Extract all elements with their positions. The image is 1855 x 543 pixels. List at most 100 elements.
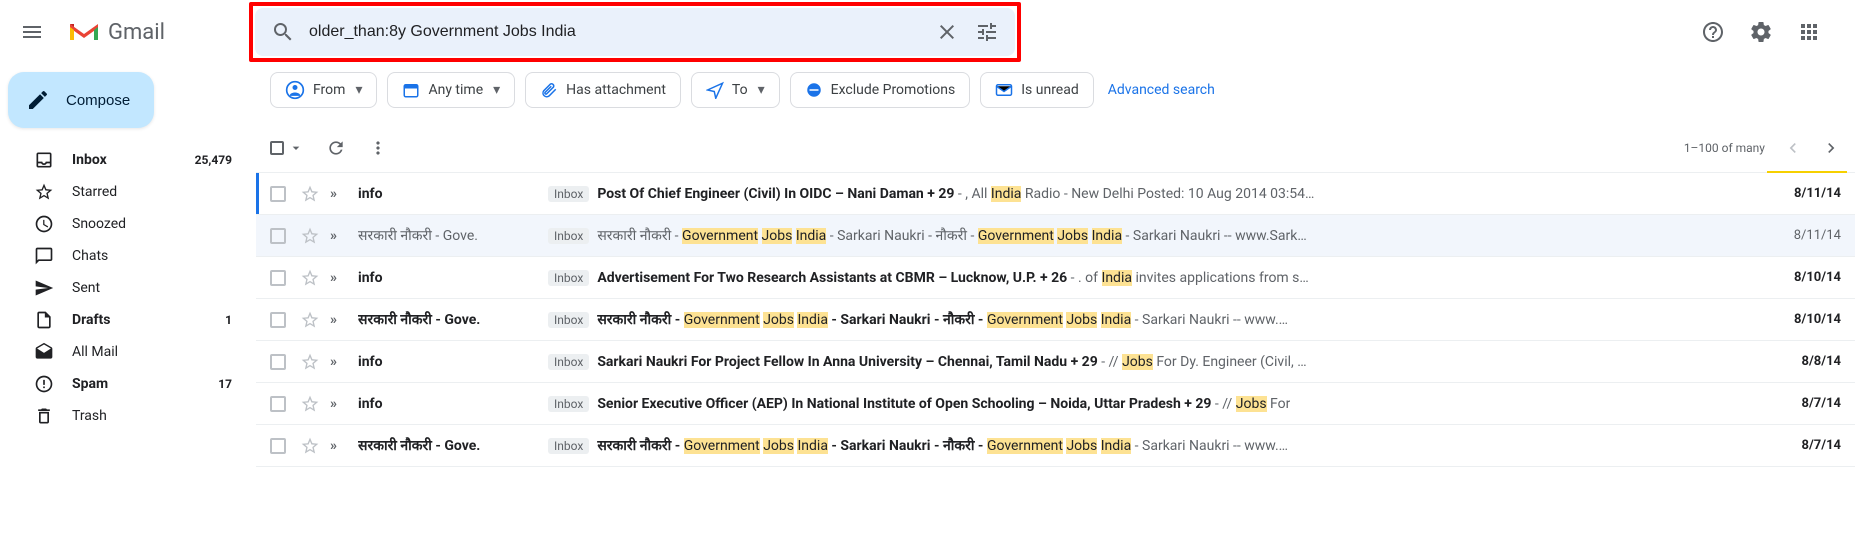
chip-unread[interactable]: Is unread — [980, 72, 1094, 108]
compose-label: Compose — [66, 92, 130, 109]
inbox-label: Inbox — [548, 228, 589, 244]
chip-attachment[interactable]: Has attachment — [525, 72, 681, 108]
apps-button[interactable] — [1789, 12, 1829, 52]
mail-subject: Post Of Chief Engineer (Civil) In OIDC –… — [597, 186, 954, 202]
star-icon — [300, 352, 320, 372]
row-expand[interactable]: » — [330, 312, 346, 328]
mail-row[interactable]: » सरकारी नौकरी - Gove. Inboxसरकारी नौकरी… — [256, 299, 1855, 341]
nav-label: Chats — [72, 248, 232, 264]
main-menu-button[interactable] — [8, 8, 56, 56]
nav-label: Starred — [72, 184, 232, 200]
refresh-button[interactable] — [326, 138, 346, 158]
gmail-logo[interactable]: Gmail — [68, 12, 177, 52]
mail-list: ©Websparrow.org » info InboxPost Of Chie… — [256, 172, 1855, 467]
row-expand[interactable]: » — [330, 354, 346, 370]
sidebar-item-starred[interactable]: Starred — [8, 176, 244, 208]
row-star[interactable] — [300, 310, 320, 330]
advanced-search-link[interactable]: Advanced search — [1108, 82, 1215, 98]
row-expand[interactable]: » — [330, 396, 346, 412]
chip-exclude-promotions[interactable]: Exclude Promotions — [790, 72, 971, 108]
mail-snippet: - , All India Radio - New Delhi Posted: … — [954, 186, 1314, 202]
mail-snippet: - // Jobs For Dy. Engineer (Civil, … — [1098, 354, 1307, 370]
sidebar-item-all-mail[interactable]: All Mail — [8, 336, 244, 368]
sidebar-item-snoozed[interactable]: Snoozed — [8, 208, 244, 240]
row-expand[interactable]: » — [330, 438, 346, 454]
mail-snippet: - // Jobs For — [1211, 396, 1290, 412]
sidebar-item-sent[interactable]: Sent — [8, 272, 244, 304]
row-date: 8/10/14 — [1761, 312, 1841, 327]
settings-button[interactable] — [1741, 12, 1781, 52]
trash-icon — [34, 406, 54, 426]
row-sender: सरकारी नौकरी - Gove. — [358, 226, 548, 245]
chevron-down-icon: ▾ — [355, 82, 362, 98]
row-date: 8/11/14 — [1761, 228, 1841, 243]
mail-row[interactable]: » सरकारी नौकरी - Gove. Inboxसरकारी नौकरी… — [256, 215, 1855, 257]
gmail-m-icon — [68, 20, 100, 44]
chat-icon — [34, 246, 54, 266]
row-checkbox[interactable] — [270, 312, 290, 328]
sidebar-item-spam[interactable]: Spam17 — [8, 368, 244, 400]
row-expand[interactable]: » — [330, 186, 346, 202]
mail-row[interactable]: » info InboxSarkari Naukri For Project F… — [256, 341, 1855, 383]
search-button[interactable] — [263, 12, 303, 52]
chip-to[interactable]: To ▾ — [691, 72, 780, 108]
compose-button[interactable]: Compose — [8, 72, 154, 128]
prev-page-button[interactable] — [1783, 138, 1803, 158]
chevron-right-icon — [1821, 138, 1841, 158]
row-date: 8/7/14 — [1761, 396, 1841, 411]
search-box[interactable] — [255, 8, 1015, 56]
clear-search-button[interactable] — [927, 12, 967, 52]
main-panel: From ▾ Any time ▾ Has attachment To ▾ Ex… — [256, 64, 1855, 467]
row-checkbox[interactable] — [270, 396, 290, 412]
row-checkbox[interactable] — [270, 228, 290, 244]
row-star[interactable] — [300, 352, 320, 372]
chevron-down-icon: ▾ — [758, 82, 765, 98]
row-expand[interactable]: » — [330, 270, 346, 286]
refresh-icon — [326, 138, 346, 158]
row-date: 8/10/14 — [1761, 270, 1841, 285]
search-options-button[interactable] — [967, 12, 1007, 52]
row-star[interactable] — [300, 184, 320, 204]
row-date: 8/11/14 — [1761, 186, 1841, 201]
sidebar-item-drafts[interactable]: Drafts1 — [8, 304, 244, 336]
inbox-icon — [34, 150, 54, 170]
hamburger-icon — [20, 20, 44, 44]
row-sender: सरकारी नौकरी - Gove. — [358, 436, 548, 455]
row-checkbox[interactable] — [270, 270, 290, 286]
selected-indicator — [256, 173, 259, 214]
mail-subject: Senior Executive Officer (AEP) In Nation… — [597, 396, 1211, 412]
next-page-button[interactable] — [1821, 138, 1841, 158]
inbox-label: Inbox — [548, 270, 589, 286]
search-input[interactable] — [303, 23, 927, 41]
row-star[interactable] — [300, 436, 320, 456]
mail-row[interactable]: » info InboxAdvertisement For Two Resear… — [256, 257, 1855, 299]
row-checkbox[interactable] — [270, 438, 290, 454]
mail-subject: Advertisement For Two Research Assistant… — [597, 270, 1067, 286]
row-expand[interactable]: » — [330, 228, 346, 244]
row-star[interactable] — [300, 268, 320, 288]
mail-row[interactable]: » सरकारी नौकरी - Gove. Inboxसरकारी नौकरी… — [256, 425, 1855, 467]
row-sender: info — [358, 186, 548, 202]
nav-count: 1 — [225, 313, 232, 327]
checkbox-icon — [270, 141, 284, 155]
sidebar-item-inbox[interactable]: Inbox25,479 — [8, 144, 244, 176]
row-checkbox[interactable] — [270, 354, 290, 370]
search-icon — [271, 20, 295, 44]
mail-snippet: - . of India invites applications from s… — [1067, 270, 1309, 286]
sidebar-item-chats[interactable]: Chats — [8, 240, 244, 272]
row-date: 8/8/14 — [1761, 354, 1841, 369]
inbox-label: Inbox — [548, 438, 589, 454]
mail-row[interactable]: » info InboxPost Of Chief Engineer (Civi… — [256, 173, 1855, 215]
row-star[interactable] — [300, 394, 320, 414]
support-button[interactable] — [1693, 12, 1733, 52]
chip-anytime[interactable]: Any time ▾ — [387, 72, 515, 108]
row-star[interactable] — [300, 226, 320, 246]
row-checkbox[interactable] — [270, 186, 290, 202]
select-all-control[interactable] — [270, 140, 304, 156]
more-button[interactable] — [368, 138, 388, 158]
nav-label: Sent — [72, 280, 232, 296]
chip-from[interactable]: From ▾ — [270, 72, 377, 108]
mail-row[interactable]: » info InboxSenior Executive Officer (AE… — [256, 383, 1855, 425]
sidebar-item-trash[interactable]: Trash — [8, 400, 244, 432]
exclude-icon — [805, 81, 823, 99]
